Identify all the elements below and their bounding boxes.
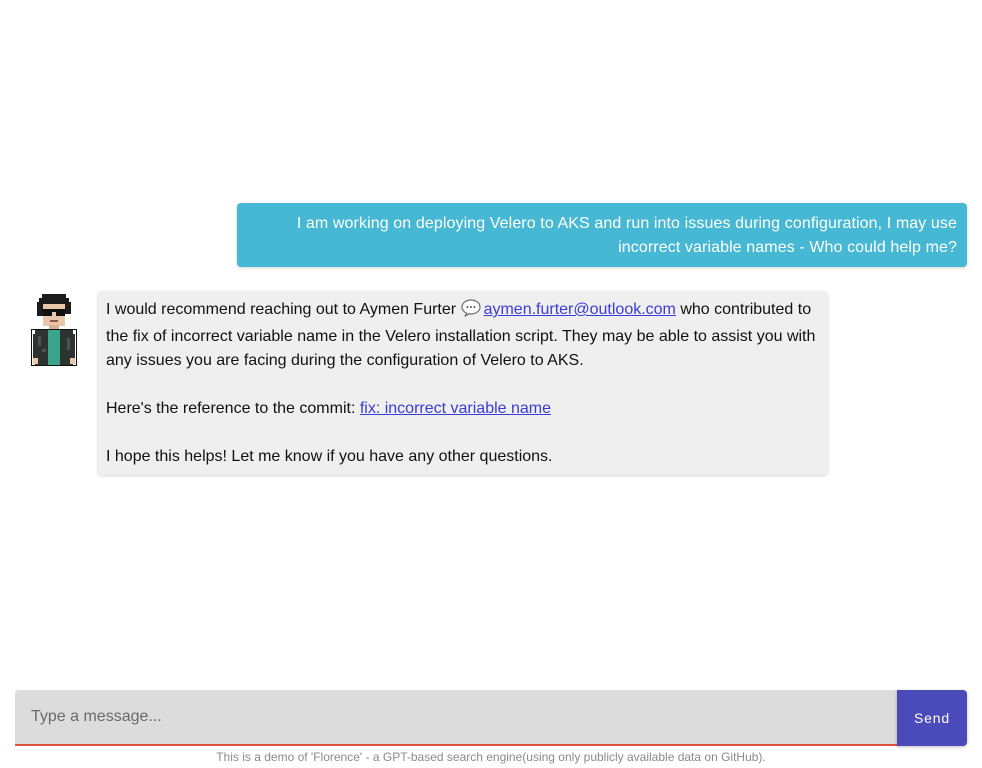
bot-reference-paragraph: Here's the reference to the commit: fix:… — [106, 397, 816, 421]
chat-bubble-icon — [460, 299, 481, 325]
bot-intro-text: I would recommend reaching out to Aymen … — [106, 301, 457, 318]
message-input[interactable] — [15, 690, 897, 746]
bot-avatar-icon — [31, 294, 77, 366]
chat-area: I am working on deploying Velero to AKS … — [0, 0, 982, 680]
contact-email-text: aymen.furter@outlook.com — [483, 301, 676, 318]
commit-link[interactable]: fix: incorrect variable name — [360, 400, 551, 417]
send-button[interactable]: Send — [897, 690, 967, 746]
bot-message-bubble: I would recommend reaching out to Aymen … — [98, 291, 828, 475]
user-message-text: I am working on deploying Velero to AKS … — [296, 215, 957, 256]
footer-note: This is a demo of 'Florence' - a GPT-bas… — [216, 750, 766, 764]
contact-email-link[interactable]: aymen.furter@outlook.com — [460, 299, 676, 318]
message-composer: Send — [15, 690, 967, 746]
user-message-bubble: I am working on deploying Velero to AKS … — [237, 203, 967, 267]
bot-message-paragraph: I would recommend reaching out to Aymen … — [106, 298, 816, 373]
bot-closing-text: I hope this helps! Let me know if you ha… — [106, 448, 553, 465]
reference-prefix-text: Here's the reference to the commit: — [106, 400, 360, 417]
